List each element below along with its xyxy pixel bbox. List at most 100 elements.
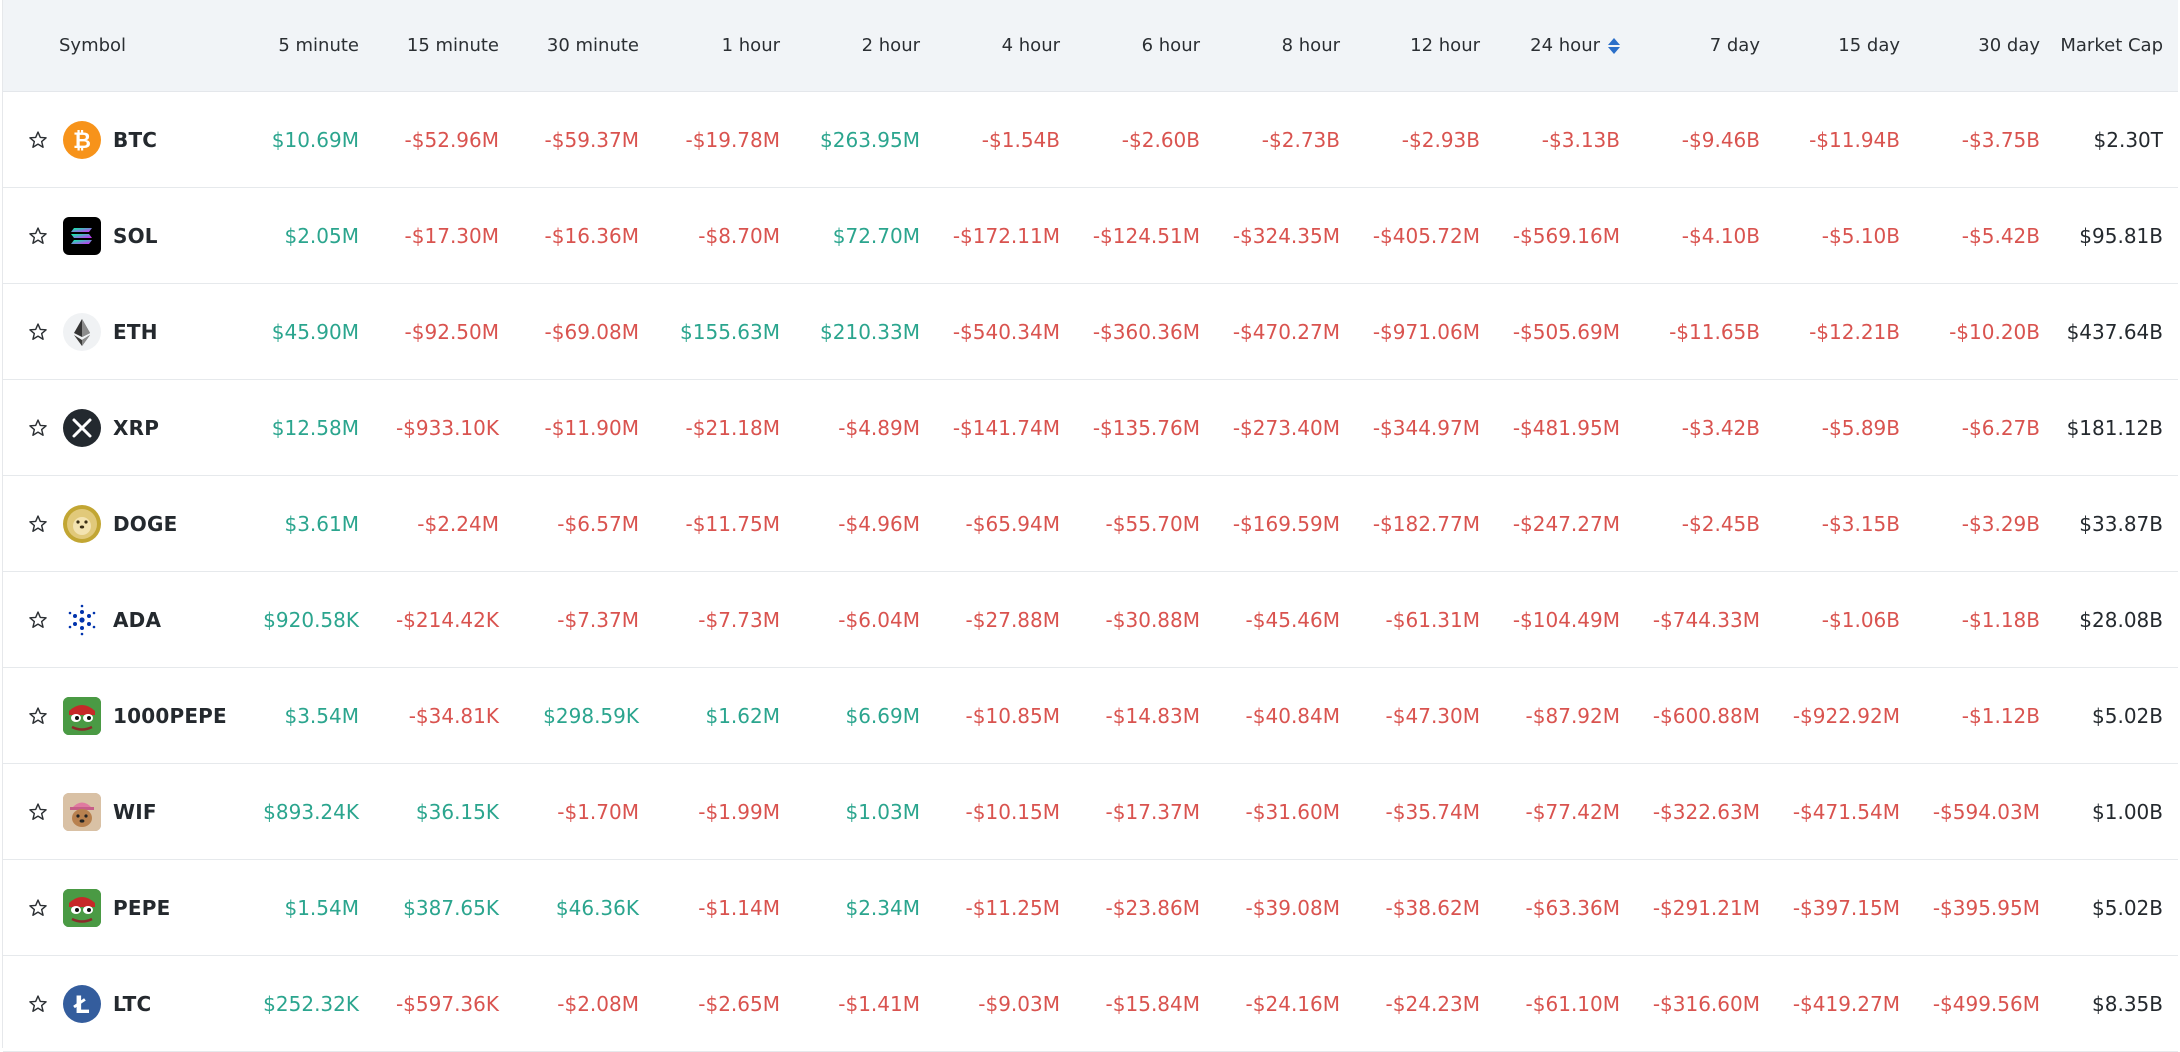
symbol-cell: WIF bbox=[27, 764, 227, 859]
star-icon[interactable] bbox=[27, 129, 49, 151]
cardano-icon bbox=[63, 600, 113, 639]
value-15-day: -$5.89B bbox=[1821, 415, 1900, 440]
value-8-hour: -$169.59M bbox=[1232, 511, 1340, 536]
symbol-label[interactable]: SOL bbox=[113, 224, 158, 248]
symbol-cell: SOL bbox=[27, 188, 227, 283]
table-row[interactable]: XRP $12.58M -$933.10K -$11.90M -$21.18M -$4.8… bbox=[3, 380, 2178, 476]
value-6-hour: -$2.60B bbox=[1121, 127, 1200, 152]
table-row[interactable]: ₿ BTC $10.69M -$52.96M -$59.37M -$19.78M $263.… bbox=[3, 92, 2178, 188]
bitcoin-icon: ₿ bbox=[63, 120, 113, 159]
star-icon[interactable] bbox=[27, 609, 49, 631]
header-label: 15 minute bbox=[406, 35, 499, 56]
value-1-hour: $1.62M bbox=[705, 703, 780, 728]
header-1-hour[interactable]: 1 hour bbox=[630, 0, 780, 91]
value-market-cap: $2.30T bbox=[2093, 127, 2163, 152]
value-1-hour: -$19.78M bbox=[685, 127, 780, 152]
value-4-hour: -$9.03M bbox=[978, 991, 1060, 1016]
value-24-hour: -$247.27M bbox=[1512, 511, 1620, 536]
pepe-frog-icon bbox=[63, 696, 113, 735]
header-12-hour[interactable]: 12 hour bbox=[1330, 0, 1480, 91]
star-icon[interactable] bbox=[27, 513, 49, 535]
value-2-hour: $6.69M bbox=[845, 703, 920, 728]
star-icon[interactable] bbox=[27, 705, 49, 727]
star-icon[interactable] bbox=[27, 225, 49, 247]
symbol-label[interactable]: ADA bbox=[113, 608, 161, 632]
header-symbol[interactable]: Symbol bbox=[59, 0, 219, 91]
value-24-hour: -$61.10M bbox=[1525, 991, 1620, 1016]
table-row[interactable]: ETH $45.90M -$92.50M -$69.08M $155.63M $210.3… bbox=[3, 284, 2178, 380]
value-12-hour: -$405.72M bbox=[1372, 223, 1480, 248]
value-7-day: -$4.10B bbox=[1681, 223, 1760, 248]
value-1-hour: -$2.65M bbox=[698, 991, 780, 1016]
header-8-hour[interactable]: 8 hour bbox=[1190, 0, 1340, 91]
value-7-day: -$744.33M bbox=[1652, 607, 1760, 632]
ethereum-icon bbox=[63, 312, 113, 351]
value-5-minute: $3.61M bbox=[284, 511, 359, 536]
symbol-cell: ₿ BTC bbox=[27, 92, 227, 187]
star-icon[interactable] bbox=[27, 321, 49, 343]
header-4-hour[interactable]: 4 hour bbox=[910, 0, 1060, 91]
value-24-hour: -$87.92M bbox=[1525, 703, 1620, 728]
table-header: Symbol 5 minute 15 minute 30 minute 1 hour 2… bbox=[3, 0, 2178, 92]
table-row[interactable]: 1000PEPE $3.54M -$34.81K $298.59K $1.62M $6.6… bbox=[3, 668, 2178, 764]
value-2-hour: $1.03M bbox=[845, 799, 920, 824]
value-5-minute: $252.32K bbox=[263, 991, 359, 1016]
value-4-hour: -$11.25M bbox=[965, 895, 1060, 920]
value-5-minute: $12.58M bbox=[271, 415, 359, 440]
value-5-minute: $893.24K bbox=[263, 799, 359, 824]
value-30-minute: -$7.37M bbox=[557, 607, 639, 632]
table-row[interactable]: ADA $920.58K -$214.42K -$7.37M -$7.73M -$6.04… bbox=[3, 572, 2178, 668]
table-row[interactable]: SOL $2.05M -$17.30M -$16.36M -$8.70M $72.70M -… bbox=[3, 188, 2178, 284]
header-market-cap[interactable]: Market Cap bbox=[2013, 0, 2163, 91]
value-4-hour: -$10.85M bbox=[965, 703, 1060, 728]
star-icon[interactable] bbox=[27, 897, 49, 919]
table-row[interactable]: Ł LTC $252.32K -$597.36K -$2.08M -$2.65M -$1.4… bbox=[3, 956, 2178, 1052]
star-icon[interactable] bbox=[27, 417, 49, 439]
symbol-label[interactable]: ETH bbox=[113, 320, 158, 344]
value-7-day: -$3.42B bbox=[1681, 415, 1760, 440]
table-row[interactable]: WIF $893.24K $36.15K -$1.70M -$1.99M $1.03M -$… bbox=[3, 764, 2178, 860]
header-24-hour[interactable]: 24 hour bbox=[1470, 0, 1620, 91]
header-7-day[interactable]: 7 day bbox=[1610, 0, 1760, 91]
table-body: ₿ BTC $10.69M -$52.96M -$59.37M -$19.78M $263.… bbox=[3, 92, 2178, 1052]
value-6-hour: -$17.37M bbox=[1105, 799, 1200, 824]
symbol-label[interactable]: XRP bbox=[113, 416, 159, 440]
header-15-minute[interactable]: 15 minute bbox=[349, 0, 499, 91]
value-2-hour: -$4.96M bbox=[838, 511, 920, 536]
symbol-label[interactable]: BTC bbox=[113, 128, 157, 152]
symbol-label[interactable]: DOGE bbox=[113, 512, 177, 536]
table-row[interactable]: DOGE $3.61M -$2.24M -$6.57M -$11.75M -$4.96M -… bbox=[3, 476, 2178, 572]
header-6-hour[interactable]: 6 hour bbox=[1050, 0, 1200, 91]
value-market-cap: $28.08B bbox=[2079, 607, 2163, 632]
star-icon[interactable] bbox=[27, 993, 49, 1015]
value-15-day: -$5.10B bbox=[1821, 223, 1900, 248]
symbol-label[interactable]: PEPE bbox=[113, 896, 170, 920]
value-15-day: -$11.94B bbox=[1809, 127, 1900, 152]
star-icon[interactable] bbox=[27, 801, 49, 823]
symbol-label[interactable]: WIF bbox=[113, 800, 157, 824]
value-6-hour: -$15.84M bbox=[1105, 991, 1200, 1016]
svg-text:₿: ₿ bbox=[73, 129, 91, 154]
header-30-minute[interactable]: 30 minute bbox=[489, 0, 639, 91]
value-6-hour: -$360.36M bbox=[1092, 319, 1200, 344]
header-label: 5 minute bbox=[278, 35, 359, 56]
value-market-cap: $33.87B bbox=[2079, 511, 2163, 536]
header-15-day[interactable]: 15 day bbox=[1750, 0, 1900, 91]
value-12-hour: -$47.30M bbox=[1385, 703, 1480, 728]
value-15-minute: -$52.96M bbox=[404, 127, 499, 152]
value-8-hour: -$45.46M bbox=[1245, 607, 1340, 632]
table-row[interactable]: PEPE $1.54M $387.65K $46.36K -$1.14M $2.34M -$… bbox=[3, 860, 2178, 956]
value-market-cap: $181.12B bbox=[2066, 415, 2163, 440]
header-label: 30 minute bbox=[546, 35, 639, 56]
header-label: 24 hour bbox=[1530, 35, 1600, 56]
value-6-hour: -$23.86M bbox=[1105, 895, 1200, 920]
value-15-day: -$3.15B bbox=[1821, 511, 1900, 536]
value-1-hour: -$1.99M bbox=[698, 799, 780, 824]
value-5-minute: $10.69M bbox=[271, 127, 359, 152]
symbol-label[interactable]: LTC bbox=[113, 992, 151, 1016]
value-8-hour: -$39.08M bbox=[1245, 895, 1340, 920]
header-5-minute[interactable]: 5 minute bbox=[209, 0, 359, 91]
header-label: Market Cap bbox=[2060, 35, 2163, 56]
netflow-table: Symbol 5 minute 15 minute 30 minute 1 hour 2… bbox=[2, 0, 2178, 1052]
header-2-hour[interactable]: 2 hour bbox=[770, 0, 920, 91]
